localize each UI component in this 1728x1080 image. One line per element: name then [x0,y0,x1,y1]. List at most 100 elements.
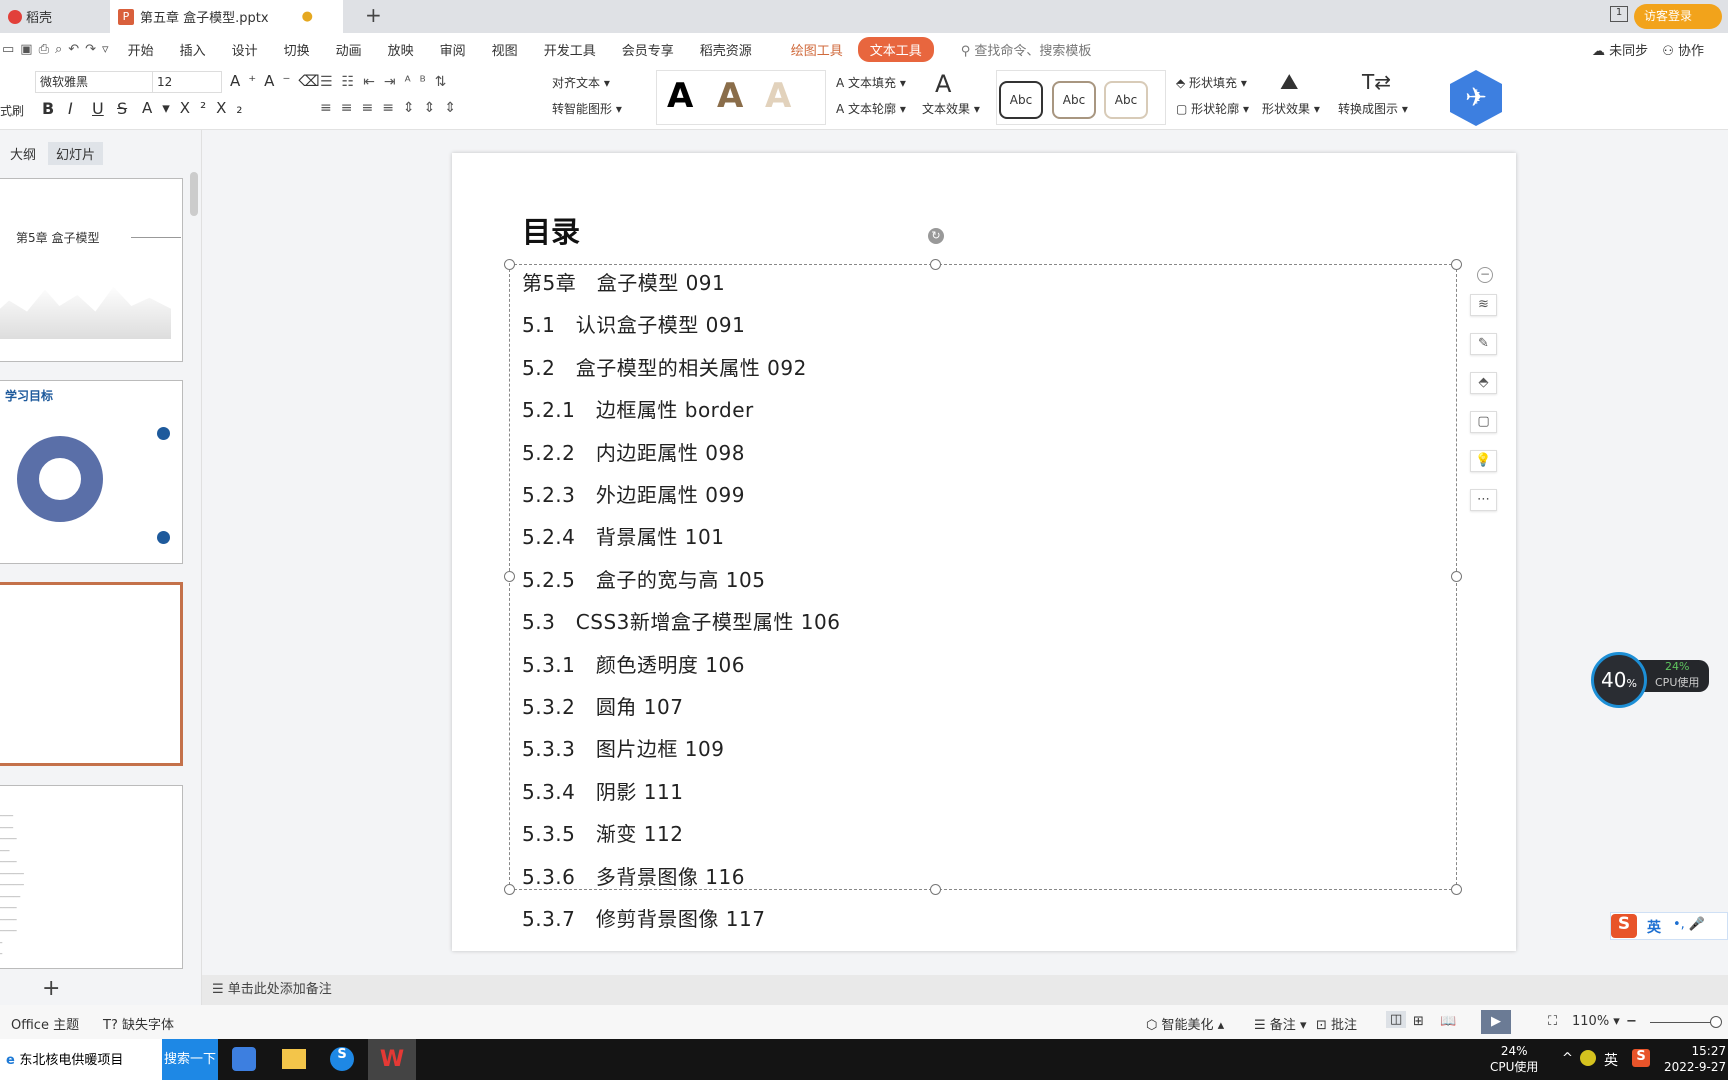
layers-icon[interactable]: ≋ [1470,294,1497,316]
font-size-select[interactable]: 12 [152,71,222,93]
menu-transition[interactable]: 切换 [284,40,310,59]
text-effect-button[interactable]: 文本效果 ▾ [922,100,980,117]
resize-handle[interactable] [1451,259,1462,270]
menu-draw-tool[interactable]: 绘图工具 [791,40,843,59]
slide-title[interactable]: 目录 [522,209,580,251]
toc-item[interactable]: 5.2.4 背景属性 101 [522,521,724,550]
shape-style-1[interactable]: Abc [999,81,1043,119]
menu-docer[interactable]: 稻壳资源 [700,40,752,59]
zoom-out-button[interactable]: − [1626,1014,1637,1029]
sync-button[interactable]: ☁ 未同步 [1592,40,1648,59]
resize-handle[interactable] [504,571,515,582]
zoom-select[interactable]: 110% ▾ [1572,1014,1620,1029]
zoom-slider-thumb[interactable] [1710,1016,1722,1028]
new-tab-button[interactable]: + [365,3,382,27]
taskbar-bird-app-icon[interactable] [232,1047,256,1071]
assistant-bird-icon[interactable]: ✈ [1450,70,1502,126]
taskbar-search[interactable]: e 东北核电供暖项目 [0,1039,162,1080]
bold-button[interactable]: B [42,99,54,118]
resize-handle[interactable] [1451,571,1462,582]
command-search[interactable]: ⚲ 查找命令、搜索模板 [961,40,1092,59]
wordart-gallery[interactable]: A A A [656,70,826,125]
toc-item[interactable]: 5.3.5 渐变 112 [522,818,683,847]
font-color-script-icons[interactable]: A▾X²X₂ [142,99,252,117]
tray-ime[interactable]: 英 [1604,1050,1618,1070]
shape-fill-button[interactable]: ⬘ 形状填充 ▾ [1176,74,1247,91]
normal-view-icon[interactable]: ◫ [1386,1011,1407,1028]
toc-item[interactable]: 5.1 认识盒子模型 091 [522,309,745,338]
menu-design[interactable]: 设计 [232,40,258,59]
collab-button[interactable]: ⚇ 协作 [1662,40,1704,59]
fit-window-icon[interactable]: ⛶ [1548,1014,1557,1029]
toc-item[interactable]: 5.2.5 盒子的宽与高 105 [522,564,765,593]
fill-icon[interactable]: ⬘ [1470,372,1497,394]
outline-icon[interactable]: ▢ [1470,411,1497,433]
quick-access-icons[interactable]: ▭▣⎙⌕↶↷▿ [2,42,115,57]
wordart-style-black[interactable]: A [667,76,693,116]
tray-green-plus-icon[interactable] [1580,1050,1596,1066]
window-count-icon[interactable]: 1 [1610,6,1628,22]
toc-item[interactable]: 5.2 盒子模型的相关属性 092 [522,352,807,381]
tab-document[interactable]: P 第五章 盒子模型.pptx ● [110,0,343,33]
toc-item[interactable]: 5.3.6 多背景图像 116 [522,861,745,890]
toc-item[interactable]: 5.2.1 边框属性 border [522,394,754,423]
missing-font-button[interactable]: T? 缺失字体 [103,1014,174,1033]
menu-start[interactable]: 开始 [128,40,154,59]
toc-item[interactable]: 5.3.1 颜色透明度 106 [522,649,745,678]
menu-review[interactable]: 审阅 [440,40,466,59]
slide-canvas[interactable]: 目录 ↻ 第5章 盒子模型 091 5.1 认识盒子模型 091 5.2 盒子模型的… [452,153,1516,951]
tab-slides[interactable]: 幻灯片 [48,142,104,165]
convert-diagram-button[interactable]: 转换成图示 ▾ [1338,100,1408,117]
smart-shape-button[interactable]: 转智能图形 ▾ [552,100,622,117]
font-family-select[interactable]: 微软雅黑 [35,71,153,93]
play-slideshow-button[interactable]: ▶ [1481,1010,1511,1034]
toc-item[interactable]: 5.3.2 圆角 107 [522,691,683,720]
shape-style-gallery[interactable]: Abc Abc Abc [996,70,1166,125]
ime-toolbar[interactable]: S 英 •, 🎤 [1610,912,1728,940]
toc-item[interactable]: 5.3 CSS3新增盒子模型属性 106 [522,606,840,635]
taskbar-search-button[interactable]: 搜索一下 [162,1039,218,1080]
toc-item[interactable]: 5.2.2 内边距属性 098 [522,437,745,466]
ime-icons[interactable]: •, 🎤 [1673,917,1705,932]
tray-expand-icon[interactable]: ^ [1562,1051,1573,1066]
slide-thumbnail-2[interactable]: 学习目标 [0,380,183,564]
taskbar-sogou-browser-icon[interactable]: S [330,1047,354,1071]
shape-outline-button[interactable]: ▢ 形状轮廓 ▾ [1176,100,1249,117]
underline-button[interactable]: U [92,99,104,118]
text-outline-button[interactable]: A 文本轮廓 ▾ [836,100,906,117]
taskbar-wps-icon[interactable]: W [368,1039,416,1080]
resize-handle[interactable] [1451,884,1462,895]
login-button[interactable]: 访客登录 [1633,4,1722,29]
comment-button[interactable]: ⊡ 批注 [1316,1014,1357,1033]
menu-view[interactable]: 视图 [492,40,518,59]
toc-item[interactable]: 5.2.3 外边距属性 099 [522,479,745,508]
add-slide-button[interactable]: + [42,976,60,1001]
collapse-icon[interactable]: − [1477,267,1493,283]
shape-style-3[interactable]: Abc [1104,81,1148,119]
tray-clock[interactable]: 15:27 2022-9-27 [1664,1043,1726,1075]
menu-text-tool[interactable]: 文本工具 [857,37,934,62]
toc-item[interactable]: 5.3.7 修剪背景图像 117 [522,903,765,932]
pen-icon[interactable]: ✎ [1470,333,1497,355]
theme-label[interactable]: Office 主题 [11,1014,79,1033]
menu-insert[interactable]: 插入 [180,40,206,59]
italic-button[interactable]: I [68,99,73,118]
tab-docer[interactable]: 稻壳 [0,0,105,33]
resize-handle[interactable] [504,259,515,270]
align-icons[interactable]: ≡≡≡≡⇕⇕⇕ [320,100,465,116]
toc-item[interactable]: 第5章 盒子模型 091 [522,267,725,296]
cpu-widget[interactable]: 40% 24% CPU使用 [1591,652,1710,710]
format-painter-button[interactable]: 式刷 [0,102,24,119]
toc-item[interactable]: 5.3.4 阴影 111 [522,776,683,805]
menu-developer[interactable]: 开发工具 [544,40,596,59]
wordart-style-light[interactable]: A [765,76,791,116]
font-size-adjust-icons[interactable]: A⁺A⁻⌫ [230,72,328,90]
grid-view-icon[interactable]: ⊞ [1413,1014,1424,1029]
wordart-style-brown[interactable]: A [717,76,743,116]
strikethrough-button[interactable]: S [117,99,127,118]
slide-thumbnail-1[interactable]: 第5章 盒子模型 [0,178,183,362]
toc-item[interactable]: 5.3.3 图片边框 109 [522,733,724,762]
beautify-button[interactable]: ⬡ 智能美化 ▴ [1146,1014,1224,1033]
more-icon[interactable]: ⋯ [1470,489,1497,511]
ime-mode[interactable]: 英 [1647,917,1661,937]
